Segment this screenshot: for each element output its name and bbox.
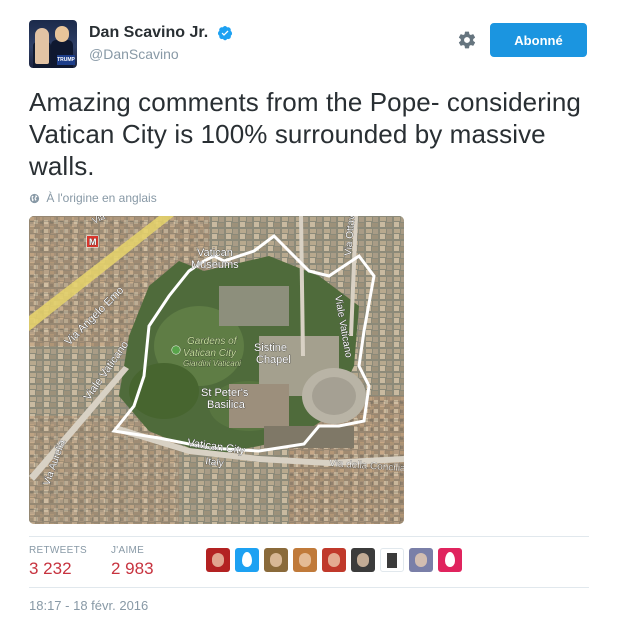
author-avatar[interactable]: TRUMP — [29, 20, 77, 68]
retweets-label: RETWEETS — [29, 545, 87, 556]
author-info: Dan Scavino Jr. @DanScavino — [89, 24, 233, 62]
map-label-sistine-1: Sistine — [254, 342, 287, 354]
face-shape — [270, 553, 282, 567]
translation-label: À l'origine en anglais — [46, 191, 157, 205]
likes-count: 2 983 — [111, 559, 154, 578]
liker-avatar-5[interactable] — [322, 548, 346, 572]
map-label-sistine-2: Chapel — [256, 354, 291, 366]
face-shape — [415, 553, 427, 567]
author-handle[interactable]: @DanScavino — [89, 46, 233, 62]
silhouette-icon — [387, 553, 397, 568]
verified-badge-icon — [217, 26, 232, 41]
translation-note[interactable]: À l'origine en anglais — [29, 191, 157, 205]
tweet-header: TRUMP Dan Scavino Jr. @DanScavino Abonné — [29, 20, 589, 70]
egg-icon — [445, 552, 455, 567]
retweets-count: 3 232 — [29, 559, 72, 578]
map-label-gardens-3: Giardini Vaticani — [183, 359, 241, 368]
map-label-gardens-2: Vatican City — [183, 348, 237, 359]
follow-button[interactable]: Abonné — [490, 23, 587, 57]
face-shape — [212, 553, 224, 567]
map-label-st-peters-1: St Peter's — [201, 387, 249, 399]
likes-label: J'AIME — [111, 545, 145, 556]
avatar-head-right — [55, 26, 69, 42]
liker-avatar-4[interactable] — [293, 548, 317, 572]
tweet-image[interactable]: M Via Via Angelo Emo Vatican Museums Gar… — [29, 216, 404, 524]
tweet-timestamp[interactable]: 18:17 - 18 févr. 2016 — [29, 598, 148, 613]
liker-avatar-3[interactable] — [264, 548, 288, 572]
vatican-map: M Via Via Angelo Emo Vatican Museums Gar… — [29, 216, 404, 524]
map-label-gardens-1: Gardens of — [187, 336, 238, 347]
globe-icon — [29, 193, 40, 204]
face-shape — [328, 553, 340, 567]
avatar-sign: TRUMP — [57, 55, 75, 65]
face-shape — [299, 553, 311, 567]
likes-stat[interactable]: J'AIME 2 983 — [111, 545, 154, 579]
liker-avatar-9[interactable] — [438, 548, 462, 572]
face-shape — [357, 553, 369, 567]
liker-avatar-2[interactable] — [235, 548, 259, 572]
liker-avatar-6[interactable] — [351, 548, 375, 572]
map-label-vatican-museums-1: Vatican — [197, 247, 233, 259]
liker-avatar-8[interactable] — [409, 548, 433, 572]
liker-avatar-7[interactable] — [380, 548, 404, 572]
retweets-stat[interactable]: RETWEETS 3 232 — [29, 545, 87, 579]
tweet-stats: RETWEETS 3 232 J'AIME 2 983 — [29, 536, 589, 588]
avatar-head-left — [35, 28, 49, 64]
liker-avatar-1[interactable] — [206, 548, 230, 572]
map-label-vatican-museums-2: Museums — [191, 259, 239, 271]
map-label-metro: M — [89, 237, 97, 247]
egg-icon — [242, 552, 252, 567]
author-name[interactable]: Dan Scavino Jr. — [89, 24, 208, 42]
tweet-text: Amazing comments from the Pope- consider… — [29, 87, 581, 181]
gear-icon[interactable] — [457, 30, 477, 50]
map-label-st-peters-2: Basilica — [207, 399, 246, 411]
